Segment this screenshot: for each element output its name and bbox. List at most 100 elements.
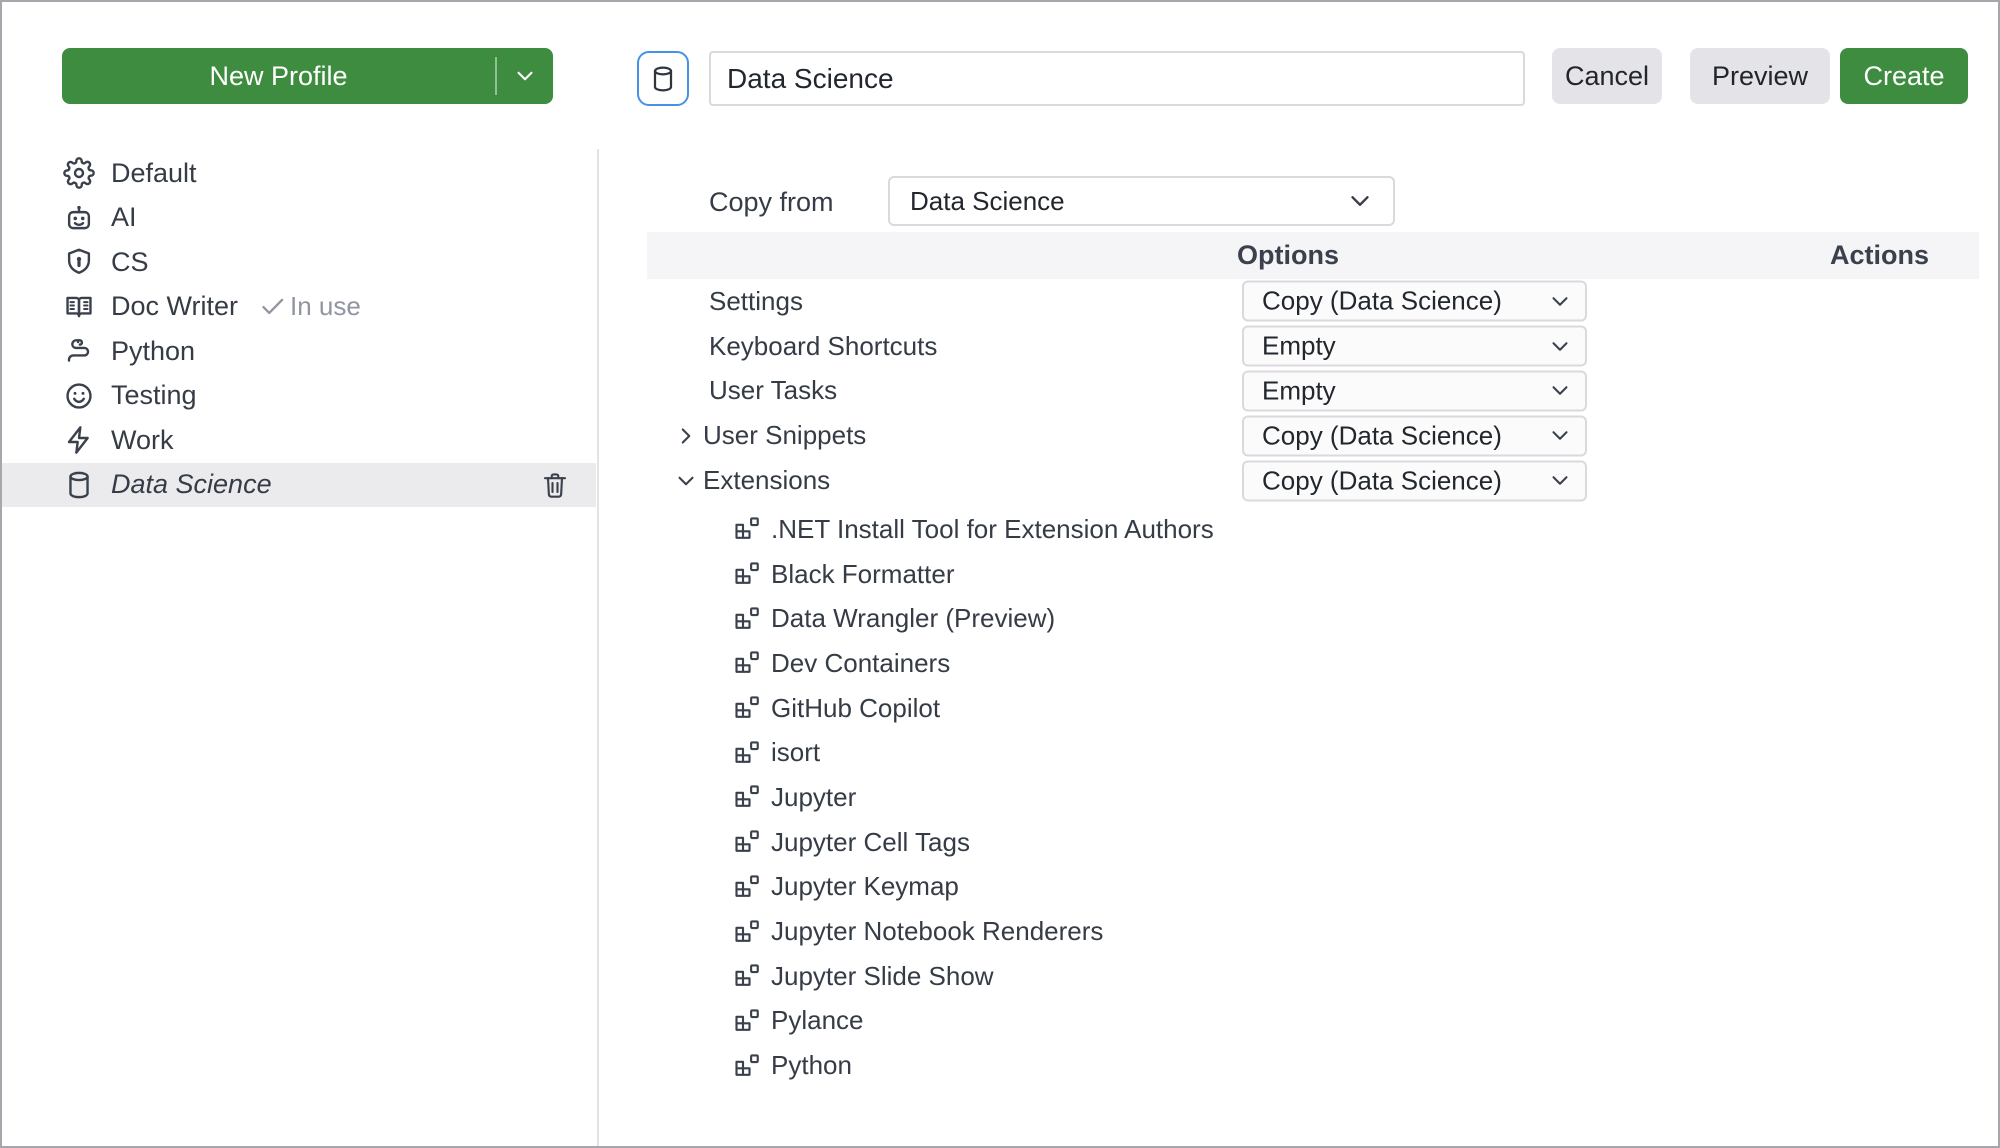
trash-icon	[540, 470, 570, 500]
robot-icon	[62, 201, 96, 235]
chevron-down-icon	[1547, 423, 1573, 449]
create-button[interactable]: Create	[1840, 48, 1968, 104]
collapse-extensions-button[interactable]	[673, 468, 699, 494]
sidebar-item-doc-writer[interactable]: Doc Writer In use	[2, 285, 596, 330]
sidebar-item-ai[interactable]: AI	[2, 196, 596, 241]
extension-icon	[732, 961, 762, 991]
extension-item: Jupyter Slide Show	[647, 954, 1979, 999]
sidebar-item-data-science[interactable]: Data Science	[2, 462, 596, 507]
extension-icon	[732, 872, 762, 902]
extension-icon	[732, 827, 762, 857]
extension-icon	[732, 738, 762, 768]
extension-item: Jupyter Cell Tags	[647, 820, 1979, 865]
zap-icon	[62, 423, 96, 457]
smiley-icon	[62, 379, 96, 413]
copy-from-value: Data Science	[910, 185, 1065, 216]
copy-from-select[interactable]: Data Science	[888, 176, 1395, 226]
extension-icon	[732, 559, 762, 589]
profile-list: Default AI CS Doc Writer In use Python T…	[2, 151, 596, 507]
profile-content-rows: Settings Copy (Data Science) Keyboard Sh…	[647, 279, 1979, 503]
check-icon	[258, 292, 287, 321]
sidebar-item-python[interactable]: Python	[2, 329, 596, 374]
chevron-down-icon	[1547, 378, 1573, 404]
profile-name: Data Science	[111, 469, 272, 500]
new-profile-label: New Profile	[209, 60, 348, 91]
sidebar-item-testing[interactable]: Testing	[2, 374, 596, 419]
profile-name: Default	[111, 157, 197, 188]
preview-button[interactable]: Preview	[1690, 48, 1830, 104]
row-label: Keyboard Shortcuts	[709, 330, 938, 361]
row-user-tasks: User Tasks Empty	[647, 369, 1979, 414]
chevron-right-icon	[673, 423, 699, 449]
table-header: Options Actions	[647, 232, 1979, 279]
extension-item: Jupyter	[647, 775, 1979, 820]
chevron-down-icon	[1547, 288, 1573, 314]
extension-icon	[732, 604, 762, 634]
in-use-badge: In use	[258, 291, 361, 322]
profile-name: Work	[111, 424, 174, 455]
chevron-down-icon	[1345, 186, 1375, 216]
extension-item: Jupyter Notebook Renderers	[647, 909, 1979, 954]
options-column-header: Options	[1237, 240, 1339, 270]
profile-editor-dialog: New Profile Default AI CS Doc Writer In …	[0, 0, 2000, 1148]
row-user-snippets: User Snippets Copy (Data Science)	[647, 413, 1979, 458]
extension-icon	[732, 782, 762, 812]
new-profile-dropdown-chevron[interactable]	[497, 63, 553, 89]
database-icon	[62, 468, 96, 502]
shield-icon	[62, 245, 96, 279]
sidebar-item-default[interactable]: Default	[2, 151, 596, 196]
profile-name: AI	[111, 202, 137, 233]
database-icon	[648, 64, 678, 94]
row-label: Settings	[709, 285, 803, 316]
profile-name: Testing	[111, 380, 197, 411]
keyboard-shortcuts-option-select[interactable]: Empty	[1242, 325, 1587, 367]
extension-icon	[732, 514, 762, 544]
profile-name-input[interactable]	[709, 51, 1525, 106]
gear-icon	[62, 156, 96, 190]
expand-user-snippets-button[interactable]	[673, 423, 699, 449]
extension-item: Data Wrangler (Preview)	[647, 596, 1979, 641]
extension-item: Jupyter Keymap	[647, 865, 1979, 910]
new-profile-button[interactable]: New Profile	[62, 48, 553, 104]
user-snippets-option-select[interactable]: Copy (Data Science)	[1242, 415, 1587, 457]
chevron-down-icon	[1547, 468, 1573, 494]
extension-icon	[732, 1051, 762, 1081]
extension-icon	[732, 648, 762, 678]
extension-item: Pylance	[647, 999, 1979, 1044]
extension-icon	[732, 917, 762, 947]
cancel-button[interactable]: Cancel	[1552, 48, 1662, 104]
extension-icon	[732, 693, 762, 723]
snake-icon	[62, 334, 96, 368]
chevron-down-icon	[512, 63, 538, 89]
row-settings: Settings Copy (Data Science)	[647, 279, 1979, 324]
extension-item: Python	[647, 1043, 1979, 1088]
profile-name: Doc Writer	[111, 291, 239, 322]
chevron-down-icon	[1547, 333, 1573, 359]
profile-name: Python	[111, 335, 196, 366]
settings-option-select[interactable]: Copy (Data Science)	[1242, 280, 1587, 322]
book-icon	[62, 290, 96, 324]
copy-from-label: Copy from	[709, 187, 834, 217]
extension-item: GitHub Copilot	[647, 686, 1979, 731]
extensions-option-select[interactable]: Copy (Data Science)	[1242, 460, 1587, 502]
row-keyboard-shortcuts: Keyboard Shortcuts Empty	[647, 324, 1979, 369]
profile-icon-button[interactable]	[637, 51, 689, 106]
sidebar-item-cs[interactable]: CS	[2, 240, 596, 285]
extension-icon	[732, 1006, 762, 1036]
row-extensions: Extensions Copy (Data Science)	[647, 458, 1979, 503]
row-label: User Tasks	[709, 375, 838, 406]
chevron-down-icon	[673, 468, 699, 494]
user-tasks-option-select[interactable]: Empty	[1242, 370, 1587, 412]
profile-name: CS	[111, 246, 149, 277]
row-label: Extensions	[703, 465, 831, 496]
extension-item: isort	[647, 730, 1979, 775]
delete-profile-button[interactable]	[540, 470, 570, 500]
extensions-list: .NET Install Tool for Extension Authors …	[647, 507, 1979, 1088]
extension-item: Black Formatter	[647, 552, 1979, 597]
sidebar-divider	[597, 149, 599, 1146]
row-label: User Snippets	[703, 420, 867, 451]
extension-item: .NET Install Tool for Extension Authors	[647, 507, 1979, 552]
sidebar-item-work[interactable]: Work	[2, 418, 596, 463]
actions-column-header: Actions	[1829, 240, 1929, 270]
extension-item: Dev Containers	[647, 641, 1979, 686]
